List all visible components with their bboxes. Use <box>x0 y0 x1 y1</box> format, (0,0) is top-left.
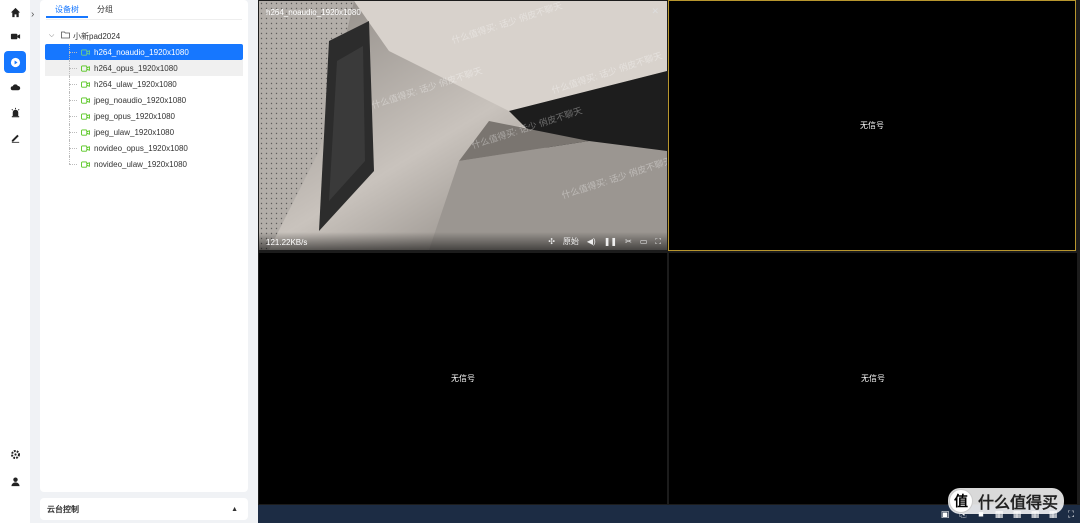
volume-icon[interactable]: ◀) <box>587 237 596 246</box>
camera-icon <box>81 112 90 120</box>
watermark-logo: 值 什么值得买 <box>948 488 1065 514</box>
video-grid: 什么值得买: 话少 俏皮不聊天 什么值得买: 话少 俏皮不聊天 什么值得买: 话… <box>258 0 1080 505</box>
record-icon[interactable]: ▭ <box>640 237 648 246</box>
tree-item-device[interactable]: jpeg_noaudio_1920x1080 <box>45 92 243 108</box>
tree-item-label: novideo_ulaw_1920x1080 <box>94 159 187 169</box>
device-tree: ⌵ 小新pad2024 h264_noaudio_1920x1080 h264_… <box>45 28 243 172</box>
collapse-arrow-icon[interactable]: › <box>31 9 34 20</box>
tree-guide <box>69 68 77 69</box>
camera-icon <box>81 48 90 56</box>
tree-item-label: h264_ulaw_1920x1080 <box>94 79 177 89</box>
fullscreen-grid-icon[interactable]: ⛶ <box>1066 509 1076 519</box>
tree-guide <box>69 100 77 101</box>
tree-guide <box>69 156 70 164</box>
tree-root-node[interactable]: ⌵ 小新pad2024 <box>45 28 243 44</box>
folder-open-icon <box>61 31 73 41</box>
tab-group[interactable]: 分组 <box>88 2 122 18</box>
panel-tabs: 设备树 分组 <box>46 2 122 18</box>
tabs-divider <box>46 19 242 20</box>
fullscreen-icon[interactable]: ⛶ <box>655 237 661 247</box>
video-title: h264_noaudio_1920x1080 <box>266 8 361 17</box>
tree-item-label: jpeg_noaudio_1920x1080 <box>94 95 187 105</box>
tree-item-device[interactable]: jpeg_ulaw_1920x1080 <box>45 124 243 140</box>
alarm-icon[interactable] <box>4 101 26 123</box>
ptz-icon[interactable]: ✣ <box>548 237 555 246</box>
video-cell-2[interactable]: 无信号 <box>668 0 1076 251</box>
cloud-icon[interactable] <box>4 76 26 98</box>
tree-item-device[interactable]: novideo_ulaw_1920x1080 <box>45 156 243 172</box>
stream-mode-button[interactable]: 原始 <box>563 236 579 247</box>
tree-guide <box>69 132 77 133</box>
tree-guide <box>69 52 77 53</box>
logo-text: 什么值得买 <box>978 495 1059 512</box>
pause-icon[interactable]: ❚❚ <box>604 237 617 246</box>
no-signal-label: 无信号 <box>451 374 475 383</box>
tree-item-device[interactable]: h264_noaudio_1920x1080 <box>45 44 243 60</box>
ptz-control-label: 云台控制 <box>47 504 79 514</box>
user-icon[interactable] <box>4 470 26 492</box>
home-icon[interactable] <box>4 1 26 23</box>
camera-icon <box>81 96 90 104</box>
tree-item-device[interactable]: h264_ulaw_1920x1080 <box>45 76 243 92</box>
camera-icon <box>81 64 90 72</box>
bitrate-readout: 121.22KB/s <box>266 238 308 247</box>
no-signal-label: 无信号 <box>860 121 884 130</box>
capture-all-icon[interactable]: ▣ <box>940 509 950 519</box>
edit-icon[interactable] <box>4 126 26 148</box>
tree-root-label: 小新pad2024 <box>73 31 121 41</box>
tree-item-label: jpeg_opus_1920x1080 <box>94 111 175 121</box>
ptz-control-panel[interactable]: 云台控制 ▲ <box>40 498 248 520</box>
settings-icon[interactable] <box>4 443 26 465</box>
camera-icon <box>81 80 90 88</box>
tree-item-label: h264_opus_1920x1080 <box>94 63 178 73</box>
tree-guide <box>69 84 77 85</box>
video-camera-icon[interactable] <box>4 25 26 47</box>
caret-up-icon[interactable]: ▲ <box>231 506 238 513</box>
tree-guide <box>69 164 77 165</box>
camera-icon <box>81 144 90 152</box>
camera-icon <box>81 160 90 168</box>
tree-item-device[interactable]: jpeg_opus_1920x1080 <box>45 108 243 124</box>
icon-rail <box>0 0 30 523</box>
chevron-down-icon[interactable]: ⌵ <box>49 32 61 40</box>
tree-item-device[interactable]: h264_opus_1920x1080 <box>45 60 243 76</box>
video-cell-3[interactable]: 无信号 <box>259 253 667 504</box>
close-icon[interactable]: ✕ <box>651 6 659 17</box>
tree-guide <box>69 148 77 149</box>
playback-icon[interactable] <box>4 51 26 73</box>
no-signal-label: 无信号 <box>861 374 885 383</box>
device-panel: 设备树 分组 ⌵ 小新pad2024 h264_noaudio_1920x108… <box>40 0 248 492</box>
tree-item-label: h264_noaudio_1920x1080 <box>94 47 189 57</box>
video-cell-1[interactable]: 什么值得买: 话少 俏皮不聊天 什么值得买: 话少 俏皮不聊天 什么值得买: 话… <box>259 1 667 250</box>
tree-guide <box>69 116 77 117</box>
tree-item-device[interactable]: novideo_opus_1920x1080 <box>45 140 243 156</box>
tab-device-tree[interactable]: 设备树 <box>46 2 88 18</box>
snapshot-icon[interactable]: ✂ <box>625 237 632 246</box>
video-controls: ✣ 原始 ◀) ❚❚ ✂ ▭ ⛶ <box>548 236 661 247</box>
camera-icon <box>81 128 90 136</box>
tree-item-label: novideo_opus_1920x1080 <box>94 143 188 153</box>
tree-item-label: jpeg_ulaw_1920x1080 <box>94 127 175 137</box>
logo-mark: 值 <box>949 489 973 513</box>
video-cell-4[interactable]: 无信号 <box>669 253 1077 504</box>
